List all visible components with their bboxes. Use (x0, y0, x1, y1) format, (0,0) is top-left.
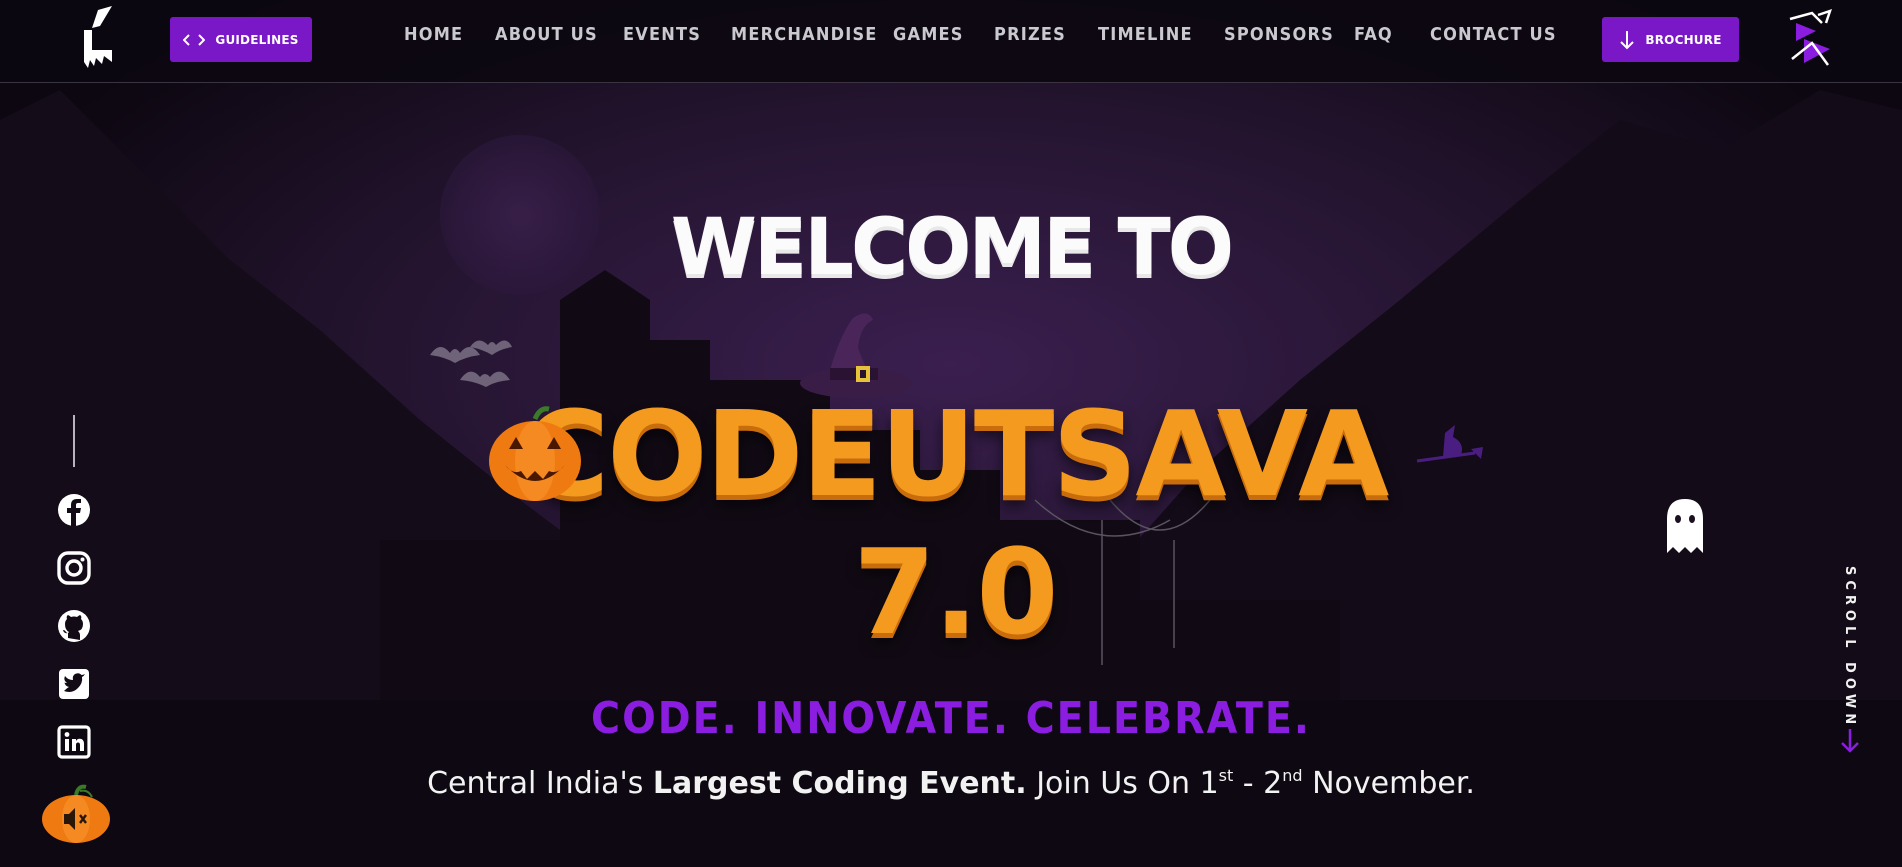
nav-link-merchandise[interactable]: MERCHANDISE (731, 24, 878, 45)
scroll-down-indicator[interactable]: SCROLL DOWN (1820, 560, 1880, 760)
witch-hat-icon (800, 313, 912, 398)
social-divider (73, 415, 75, 467)
subline-prefix: Central India's (427, 766, 653, 801)
linkedin-icon[interactable] (56, 724, 92, 760)
nav-link-sponsors[interactable]: SPONSORS (1224, 24, 1334, 45)
arrow-down-icon (1841, 729, 1859, 753)
ghost-icon (1667, 499, 1703, 553)
twitter-icon[interactable] (56, 666, 92, 702)
flying-witch-icon (1416, 425, 1483, 463)
nav-link-faq[interactable]: FAQ (1354, 24, 1393, 45)
nav-link-home[interactable]: HOME (404, 24, 463, 45)
brochure-label: BROCHURE (1645, 32, 1722, 47)
subline-mid: Join Us On 1 (1026, 766, 1219, 801)
scroll-down-label: SCROLL DOWN (1842, 566, 1857, 730)
sound-toggle-button[interactable] (40, 783, 112, 845)
jack-o-lantern-icon (489, 406, 581, 501)
welcome-heading: WELCOME TO (670, 203, 1234, 293)
nav-link-events[interactable]: EVENTS (623, 24, 701, 45)
nav-link-games[interactable]: GAMES (893, 24, 964, 45)
nav-link-timeline[interactable]: TIMELINE (1098, 24, 1193, 45)
subline-sup-2: nd (1282, 766, 1303, 785)
nav-link-contact-us[interactable]: CONTACT US (1430, 24, 1557, 45)
nav-link-about-us[interactable]: ABOUT US (495, 24, 598, 45)
event-subline: Central India's Largest Coding Event. Jo… (0, 766, 1902, 801)
subline-suffix: November. (1302, 766, 1475, 801)
facebook-icon[interactable] (56, 492, 92, 528)
subline-dash: - 2 (1233, 766, 1283, 801)
tagline: CODE. INNOVATE. CELEBRATE. (591, 693, 1311, 744)
subline-bold: Largest Coding Event. (652, 766, 1027, 801)
instagram-icon[interactable] (56, 550, 92, 586)
download-arrow-icon (1620, 30, 1635, 49)
brochure-button[interactable]: BROCHURE (1602, 17, 1739, 62)
github-icon[interactable] (56, 608, 92, 644)
nav-link-prizes[interactable]: PRIZES (994, 24, 1066, 45)
navbar: GUIDELINES HOME ABOUT US EVENTS MERCHAND… (0, 0, 1902, 83)
event-title: CODEUTSAVA 7.0 (405, 385, 1505, 661)
subline-sup-1: st (1218, 766, 1234, 785)
codeutsava-logo[interactable] (1782, 9, 1838, 71)
